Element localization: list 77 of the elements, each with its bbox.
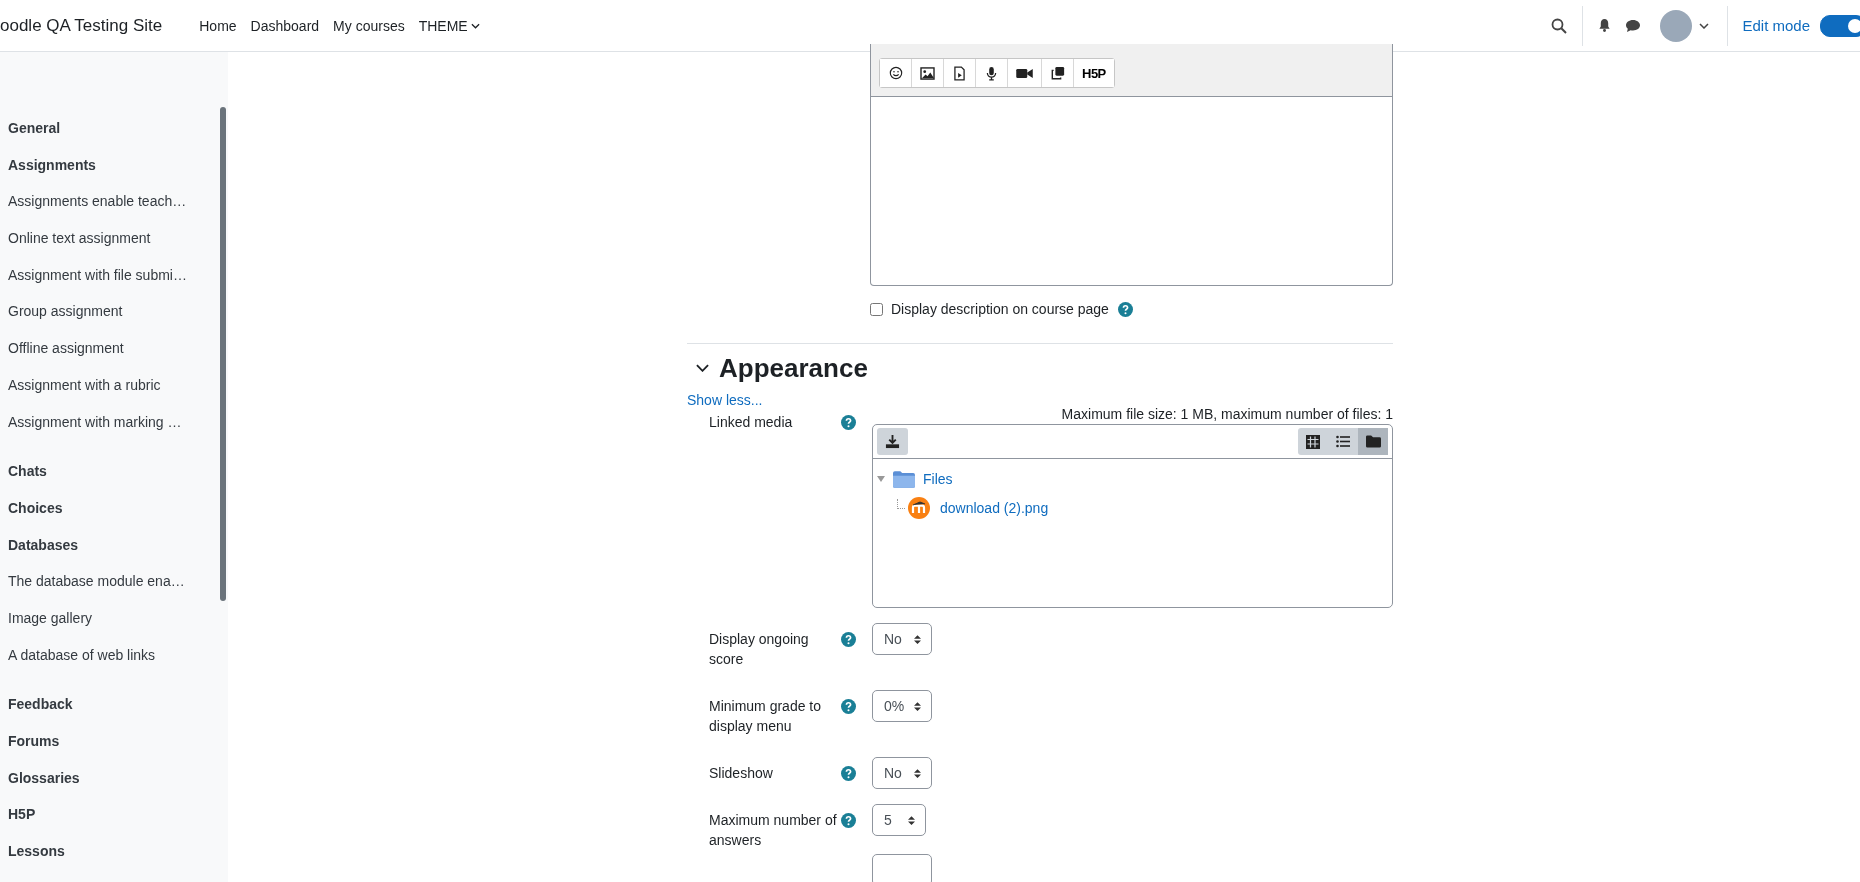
view-button[interactable] [1358,428,1388,455]
help-icon[interactable] [1117,301,1133,317]
copy-icon [1050,66,1065,80]
smiley-icon [888,66,903,80]
section-heading: Appearance [719,352,868,384]
activity-link[interactable]: Online text assignment [0,220,151,257]
help-icon[interactable] [841,632,856,647]
select-field[interactable]: 0% [872,690,932,722]
edit-mode-toggle[interactable] [1820,14,1860,37]
help-icon[interactable] [841,813,856,828]
caret-icon [470,22,480,29]
caret-icon[interactable] [1699,22,1710,29]
toolbar-button[interactable] [880,59,912,87]
sort-arrows-icon [908,814,915,826]
show-less-link[interactable]: Show less... [687,392,763,408]
edit-mode-label: Edit mode [1742,17,1810,34]
folder-link[interactable]: Files [923,471,953,487]
sort-arrows-icon [914,700,921,712]
select-field[interactable]: No [872,623,932,655]
activity-link[interactable]: Assignment with marking … [0,403,182,441]
nav-link[interactable]: Home [192,17,244,34]
file-icon [954,65,965,81]
section-link[interactable]: Lessons [0,833,65,870]
help-icon[interactable] [841,699,856,714]
nav-link[interactable]: My courses [326,17,412,34]
activity-link[interactable]: Assignment with a rubric [0,366,161,404]
file-thumbnail-icon [908,497,930,519]
scrollbar[interactable] [220,107,226,601]
help-icon[interactable] [841,415,856,430]
nav-link[interactable]: THEME [411,17,487,34]
section-link[interactable]: Forums [0,723,60,760]
activity-link[interactable]: Assignment with file submi… [0,256,187,294]
checkbox-label: Display description on course page [891,301,1109,317]
sort-arrows-icon [914,633,921,645]
file-link[interactable]: download (2).png [940,500,1049,516]
file-limits-text: Maximum file size: 1 MB, maximum number of files: 1 [1061,405,1393,424]
download-button[interactable] [877,428,908,455]
activity-link[interactable]: Image gallery [0,599,93,637]
select-field[interactable]: No [872,757,932,789]
site-name[interactable]: oodle QA Testing Site [0,15,163,36]
field-label: Slideshow [709,764,774,783]
field-label: Maximum number of answers [709,811,838,850]
folder-icon [1365,435,1381,448]
nav-link[interactable]: Dashboard [243,17,327,34]
field-label: Linked media [709,413,794,432]
activity-link[interactable]: A database of web links [0,636,156,674]
select-field[interactable]: 5 [872,804,926,836]
select-field[interactable] [872,854,932,882]
image-icon [920,66,935,80]
section-link[interactable]: H5P [0,796,36,834]
activity-link[interactable]: Group assignment [0,293,123,331]
activity-link[interactable]: The database module ena… [0,563,185,600]
section-link[interactable]: Choices [0,489,63,527]
download-icon [885,434,900,449]
activity-link[interactable]: Offline assignment [0,330,124,367]
section-link[interactable]: Feedback [0,686,73,723]
search-icon[interactable] [1551,17,1568,34]
section-link[interactable]: General [0,110,61,147]
microphone-icon [986,65,997,81]
checkbox[interactable] [870,302,883,316]
section-link[interactable]: Chats [0,453,47,490]
field-label: Display ongoing score [709,630,810,669]
folder-icon [893,470,915,488]
help-icon[interactable] [841,766,856,781]
field-label: Minimum grade to display menu [709,697,823,736]
video-camera-icon [1016,67,1033,79]
section-link[interactable]: Glossaries [0,759,80,797]
section-link[interactable]: Assignments [0,146,96,184]
bell-icon[interactable] [1598,18,1612,33]
list-icon [1336,435,1350,448]
sort-arrows-icon [914,767,921,779]
expand-triangle-icon[interactable] [877,476,885,482]
chevron-icon[interactable] [696,364,709,372]
section-link[interactable]: Databases [0,526,79,564]
activity-link[interactable]: Assignments enable teach… [0,183,187,221]
grid-icon [1306,434,1320,449]
chat-icon[interactable] [1625,18,1642,33]
